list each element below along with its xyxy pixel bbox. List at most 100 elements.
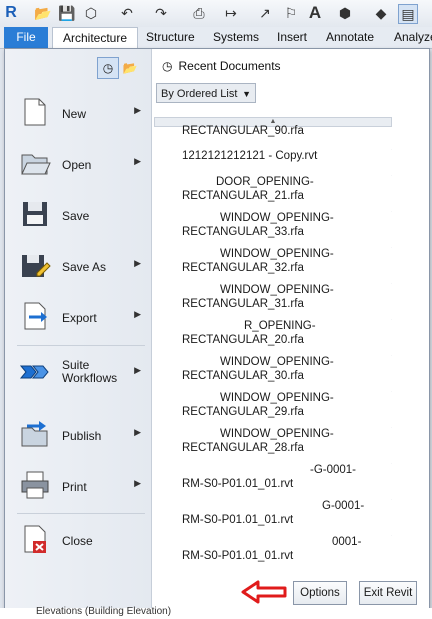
dimension-icon[interactable]: ↗ — [256, 4, 274, 22]
3d-view-icon[interactable]: ⬢ — [336, 4, 354, 22]
recent-document[interactable]: R_OPENING- RECTANGULAR_20.rfa — [182, 319, 388, 347]
tab-systems[interactable]: Systems — [213, 27, 259, 48]
pin-icon[interactable]: ⚐ — [390, 149, 392, 160]
menu-item-print[interactable]: Print ▶ — [13, 464, 145, 508]
menu-item-label: Print — [62, 480, 87, 494]
recent-document[interactable]: WINDOW_OPENING- RECTANGULAR_29.rfa — [182, 391, 388, 419]
pin-icon[interactable]: ⚐ — [390, 247, 392, 258]
menu-divider — [17, 345, 145, 346]
ribbon-tabs: File Architecture Structure Systems Inse… — [0, 27, 432, 49]
submenu-arrow-icon: ▶ — [134, 478, 141, 488]
section-icon[interactable]: ◆ — [372, 4, 390, 22]
menu-item-export[interactable]: Export ▶ — [13, 295, 145, 339]
project-browser-item[interactable]: Elevations (Building Elevation) — [36, 606, 171, 617]
recent-documents-toggle-icon[interactable]: ◷ — [97, 57, 119, 79]
tab-file[interactable]: File — [4, 27, 48, 48]
pin-icon[interactable]: ⚐ — [390, 499, 392, 510]
redacted-text — [182, 248, 220, 260]
recent-document[interactable]: DOOR_OPENING- RECTANGULAR_21.rfa — [182, 175, 388, 203]
recent-document[interactable]: WINDOW_OPENING- RECTANGULAR_33.rfa — [182, 211, 388, 239]
quick-access-toolbar: R 📂 💾 ⬡ ↶ ↷ ⎙ ↦ ↗ ⚐ A ⬢ ◆ ▤ — [0, 0, 432, 28]
recent-document[interactable]: 1212121212121 - Copy.rvt — [182, 149, 388, 163]
sync-icon[interactable]: ⬡ — [82, 4, 100, 22]
menu-item-save[interactable]: Save — [13, 193, 145, 237]
recent-documents-list: ▲ RECTANGULAR_90.rfa 1212121212121 - Cop… — [154, 117, 392, 565]
tab-insert[interactable]: Insert — [277, 27, 307, 48]
sort-order-dropdown[interactable]: By Ordered List ▼ — [156, 83, 256, 103]
recent-document[interactable]: G-0001- RM-S0-P01.01_01.rvt — [182, 499, 388, 527]
pin-icon[interactable]: ⚐ — [390, 391, 392, 402]
revit-logo-icon[interactable]: R — [2, 4, 20, 22]
application-menu: ◷ 📂 New ▶ Open ▶ Save Save As ▶ Export ▶ — [4, 48, 430, 610]
print-icon — [21, 471, 49, 499]
options-button[interactable]: Options — [293, 581, 347, 605]
menu-item-suite-workflows[interactable]: Suite Workflows ▶ — [13, 351, 145, 395]
undo-icon[interactable]: ↶ — [118, 4, 136, 22]
publish-icon — [21, 421, 48, 447]
recent-document[interactable]: WINDOW_OPENING- RECTANGULAR_31.rfa — [182, 283, 388, 311]
menu-item-publish[interactable]: Publish ▶ — [13, 413, 145, 457]
menu-item-close[interactable]: Close — [13, 518, 145, 562]
redacted-text — [182, 536, 332, 548]
pin-icon[interactable]: ⚐ — [390, 175, 392, 186]
tab-structure[interactable]: Structure — [146, 27, 195, 48]
menu-item-label: Close — [62, 534, 93, 548]
redacted-text — [182, 176, 216, 188]
print-icon[interactable]: ⎙ — [190, 4, 208, 22]
sort-order-value: By Ordered List — [161, 88, 238, 100]
redacted-text — [182, 356, 220, 368]
save-icon[interactable]: 💾 — [58, 4, 76, 22]
measure-icon[interactable]: ↦ — [222, 4, 240, 22]
menu-item-label: Save — [62, 209, 90, 223]
recent-documents-icon: ◷ — [162, 59, 173, 73]
redacted-text — [182, 464, 310, 476]
recent-document[interactable]: WINDOW_OPENING- RECTANGULAR_28.rfa — [182, 427, 388, 455]
chevron-down-icon: ▼ — [242, 89, 251, 99]
pin-icon[interactable]: ⚐ — [390, 535, 392, 546]
save-as-icon — [22, 255, 51, 277]
tab-architecture[interactable]: Architecture — [52, 27, 138, 49]
open-icon[interactable]: 📂 — [34, 4, 52, 22]
menu-divider — [17, 513, 145, 514]
menu-item-open[interactable]: Open ▶ — [13, 142, 145, 186]
submenu-arrow-icon: ▶ — [134, 365, 141, 375]
menu-item-label: Export — [62, 311, 97, 325]
redacted-text — [182, 284, 220, 296]
redacted-text — [182, 320, 244, 332]
redacted-text — [182, 428, 220, 440]
menu-item-new[interactable]: New ▶ — [13, 91, 145, 135]
menu-item-save-as[interactable]: Save As ▶ — [13, 244, 145, 288]
recent-document[interactable]: 0001- RM-S0-P01.01_01.rvt — [182, 535, 388, 563]
pin-icon[interactable]: ⚐ — [390, 283, 392, 294]
tab-analyze[interactable]: Analyze — [394, 27, 432, 48]
close-document-icon — [24, 525, 46, 553]
pin-icon[interactable]: ⚐ — [390, 355, 392, 366]
recent-document[interactable]: WINDOW_OPENING- RECTANGULAR_32.rfa — [182, 247, 388, 275]
pin-icon[interactable]: ⚐ — [390, 427, 392, 438]
pin-icon[interactable]: ⚐ — [390, 463, 392, 474]
pin-icon[interactable]: ⚐ — [390, 211, 392, 222]
recent-document[interactable]: RECTANGULAR_90.rfa — [182, 124, 388, 138]
text-icon[interactable]: A — [306, 3, 324, 22]
tab-annotate[interactable]: Annotate — [326, 27, 374, 48]
new-document-icon — [24, 98, 46, 126]
menu-item-label: Open — [62, 158, 92, 172]
recent-document[interactable]: -G-0001- RM-S0-P01.01_01.rvt — [182, 463, 388, 491]
menu-item-label: New — [62, 107, 87, 121]
submenu-arrow-icon: ▶ — [134, 427, 141, 437]
menu-item-label: Suite Workflows — [62, 358, 118, 385]
exit-revit-button[interactable]: Exit Revit — [359, 581, 417, 605]
open-documents-toggle-icon[interactable]: 📂 — [119, 57, 141, 79]
recent-document[interactable]: WINDOW_OPENING- RECTANGULAR_30.rfa — [182, 355, 388, 383]
tag-icon[interactable]: ⚐ — [282, 4, 300, 22]
menu-item-label: Publish — [62, 429, 102, 443]
open-folder-icon — [21, 154, 51, 175]
pin-icon[interactable]: ⚐ — [390, 319, 392, 330]
redacted-text — [182, 392, 220, 404]
redo-icon[interactable]: ↷ — [152, 4, 170, 22]
annotation-arrow-icon — [241, 580, 287, 604]
switch-windows-icon[interactable]: ▤ — [398, 4, 418, 24]
save-icon — [23, 202, 47, 226]
project-browser-strip: Elevations (Building Elevation) — [0, 606, 432, 619]
submenu-arrow-icon: ▶ — [134, 309, 141, 319]
